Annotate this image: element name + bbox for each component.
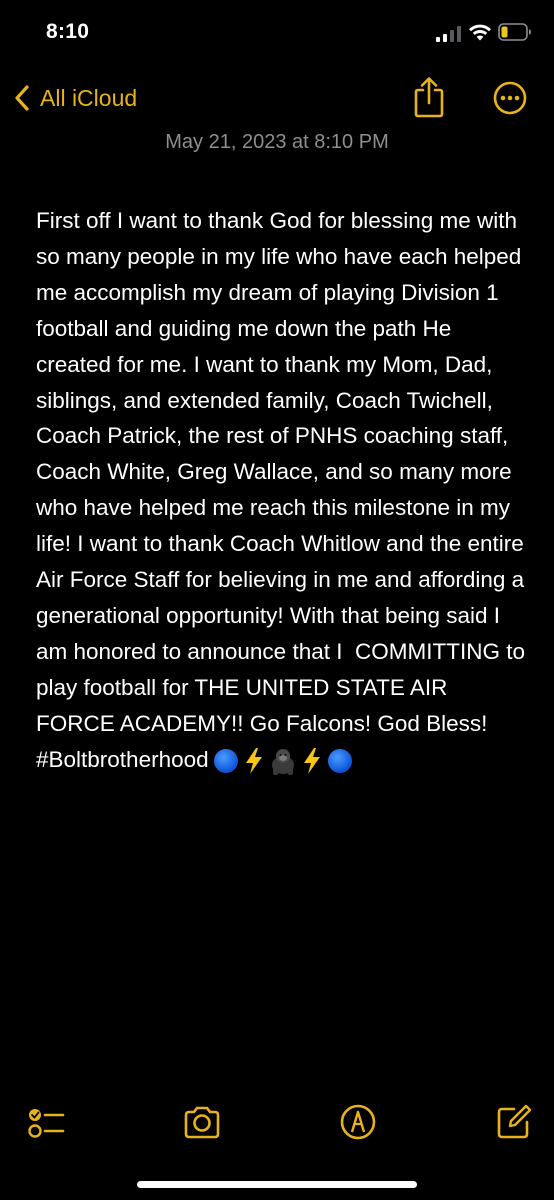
blue-circle-icon xyxy=(327,748,352,773)
lightning-icon xyxy=(303,747,320,774)
note-body-text: First off I want to thank God for blessi… xyxy=(36,208,532,772)
emoji-row xyxy=(213,747,357,775)
note-date: May 21, 2023 at 8:10 PM xyxy=(165,131,389,153)
checklist-icon[interactable] xyxy=(26,1102,66,1142)
signal-icon xyxy=(436,26,461,42)
wifi-icon xyxy=(469,24,491,41)
home-indicator[interactable] xyxy=(137,1181,417,1188)
gorilla-icon xyxy=(271,748,294,775)
chevron-left-icon xyxy=(15,85,29,111)
share-icon[interactable] xyxy=(412,76,446,118)
lightning-icon xyxy=(245,747,262,774)
ellipsis-circle-icon[interactable] xyxy=(493,81,527,115)
compose-icon[interactable] xyxy=(494,1102,534,1142)
note-body[interactable]: First off I want to thank God for blessi… xyxy=(36,203,526,778)
markup-pen-icon[interactable] xyxy=(338,1102,378,1142)
back-button[interactable]: All iCloud xyxy=(12,80,137,116)
blue-circle-icon xyxy=(213,748,238,773)
status-time: 8:10 xyxy=(46,20,90,43)
camera-icon[interactable] xyxy=(182,1102,222,1142)
status-bar: 8:10 xyxy=(0,0,554,66)
bottom-toolbar xyxy=(0,1098,554,1148)
nav-bar: All iCloud xyxy=(0,70,554,126)
back-label: All iCloud xyxy=(40,84,138,111)
battery-icon xyxy=(498,23,531,41)
